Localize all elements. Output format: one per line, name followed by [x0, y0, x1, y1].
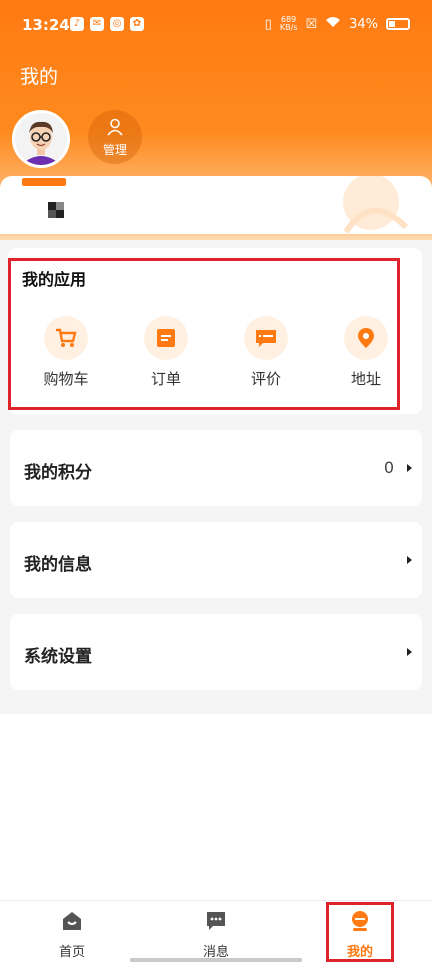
home-indicator[interactable] — [130, 958, 302, 962]
status-app-icons: ♪ ✉ ◎ ✿ — [70, 17, 144, 31]
page-title: 我的 — [20, 66, 59, 88]
my-apps-highlight — [8, 258, 400, 410]
chevron-right-icon — [407, 556, 412, 564]
menu-points-value: 0 — [383, 458, 394, 477]
chevron-right-icon — [407, 464, 412, 472]
paw-icon: ✿ — [130, 17, 144, 31]
menu-settings-label: 系统设置 — [24, 647, 92, 667]
vibrate-icon: ▯ — [264, 16, 272, 32]
menu-points[interactable]: 我的积分 0 — [10, 430, 422, 506]
menu-settings[interactable]: 系统设置 — [10, 614, 422, 690]
tab-home-label: 首页 — [58, 945, 85, 960]
battery-icon — [386, 18, 410, 30]
battery-level: 34% — [349, 16, 378, 32]
network-speed-unit: KB/s — [279, 23, 298, 32]
profile-tab-highlight — [326, 902, 394, 962]
status-time: 13:24 — [22, 16, 70, 34]
manage-button[interactable]: 管理 — [88, 110, 142, 164]
tab-home[interactable]: 首页 — [32, 909, 112, 960]
message-icon — [207, 912, 225, 930]
tiktok-icon: ♪ — [70, 17, 84, 31]
chevron-right-icon — [407, 648, 412, 656]
tab-messages[interactable]: 消息 — [176, 909, 256, 960]
page: 13:24 ♪ ✉ ◎ ✿ ▯ 689 KB/s ☒ 34% 我的 管理 我的应… — [0, 0, 432, 964]
menu-points-label: 我的积分 — [24, 463, 92, 483]
status-bar: 13:24 ♪ ✉ ◎ ✿ ▯ 689 KB/s ☒ 34% — [0, 12, 432, 40]
qr-code-icon[interactable] — [48, 202, 64, 218]
wifi-icon — [325, 16, 341, 32]
profile-card — [0, 176, 432, 236]
menu-info[interactable]: 我的信息 — [10, 522, 422, 598]
status-right: ▯ 689 KB/s ☒ 34% — [265, 16, 410, 32]
profile-tag — [22, 178, 66, 186]
sim-icon: ☒ — [305, 16, 318, 32]
home-icon — [63, 912, 81, 930]
avatar[interactable] — [12, 110, 70, 168]
user-icon — [107, 118, 123, 136]
mail-icon: ✉ — [90, 17, 104, 31]
network-speed: 689 KB/s — [280, 16, 298, 32]
manage-label: 管理 — [102, 143, 127, 157]
menu-info-label: 我的信息 — [24, 555, 92, 575]
decoration-graphic — [343, 176, 409, 234]
app-icon: ◎ — [110, 17, 124, 31]
